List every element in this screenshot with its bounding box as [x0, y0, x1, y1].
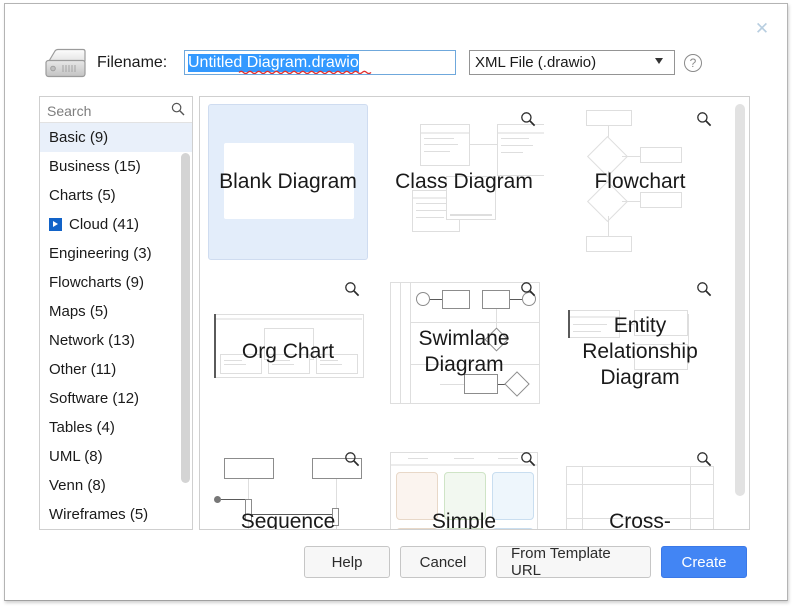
sidebar-item-label: Charts (5) [49, 187, 116, 204]
expand-icon[interactable] [49, 218, 62, 231]
filename-label: Filename: [97, 54, 168, 71]
category-list[interactable]: Basic (9) Business (15) Charts (5) Cloud (4… [40, 123, 192, 529]
template-cell: Entity Relationship Diagram [552, 267, 728, 437]
sidebar-item-basic[interactable]: Basic (9) [40, 123, 192, 152]
sidebar-item-cloud[interactable]: Cloud (41) [40, 210, 192, 239]
template-cell: Sequence [200, 437, 376, 529]
template-tile-org-chart[interactable]: Org Chart [208, 274, 368, 430]
new-diagram-dialog: ✕ Filename: Untitled Diagram.drawio XML … [4, 3, 788, 601]
template-tile-class-diagram[interactable]: Class Diagram [384, 104, 544, 260]
template-tile-simple[interactable]: Simple [384, 444, 544, 529]
from-template-url-button[interactable]: From Template URL [496, 545, 651, 579]
template-cell: Cross- [552, 437, 728, 529]
dialog-header: Filename: XML File (.drawio) ? [5, 37, 789, 92]
cancel-button[interactable]: Cancel [400, 546, 486, 578]
template-thumbnail [560, 104, 720, 260]
template-cell: Swimlane Diagram [376, 267, 552, 437]
filename-input[interactable] [184, 50, 456, 75]
category-sidebar: Basic (9) Business (15) Charts (5) Cloud (4… [39, 96, 193, 530]
zoom-preview-icon[interactable] [520, 451, 536, 467]
sidebar-item-label: Tables (4) [49, 419, 115, 436]
zoom-preview-icon[interactable] [520, 281, 536, 297]
help-icon[interactable]: ? [684, 54, 702, 72]
template-thumbnail [384, 104, 544, 260]
sidebar-item-label: Maps (5) [49, 303, 109, 320]
sidebar-item-label: Other (11) [49, 361, 117, 378]
sidebar-item-charts[interactable]: Charts (5) [40, 181, 192, 210]
sidebar-item-tables[interactable]: Tables (4) [40, 413, 192, 442]
template-grid: Blank Diagram Class Diagram Flowchart Or… [200, 97, 730, 529]
template-thumbnail [384, 274, 544, 430]
template-thumbnail [209, 105, 369, 261]
template-tile-cross-functional[interactable]: Cross- [560, 444, 720, 529]
blank-card [224, 143, 354, 219]
template-tile-sequence[interactable]: Sequence [208, 444, 368, 529]
zoom-preview-icon[interactable] [696, 111, 712, 127]
template-thumbnail [208, 274, 368, 430]
sidebar-item-label: Software (12) [49, 390, 140, 407]
sidebar-item-label: Business (15) [49, 158, 141, 175]
zoom-preview-icon[interactable] [344, 451, 360, 467]
zoom-preview-icon[interactable] [696, 281, 712, 297]
zoom-preview-icon[interactable] [520, 111, 536, 127]
sidebar-item-business[interactable]: Business (15) [40, 152, 192, 181]
sidebar-item-label: Wireframes (5) [49, 506, 149, 523]
sidebar-item-venn[interactable]: Venn (8) [40, 471, 192, 500]
create-button[interactable]: Create [661, 546, 747, 578]
search-row [40, 97, 192, 123]
dialog-footer: Help Cancel From Template URL Create [5, 542, 789, 586]
sidebar-item-engineering[interactable]: Engineering (3) [40, 239, 192, 268]
template-cell: Class Diagram [376, 97, 552, 267]
hard-drive-icon [45, 48, 86, 78]
sidebar-scrollbar-thumb[interactable] [181, 153, 190, 483]
zoom-preview-icon[interactable] [696, 451, 712, 467]
sidebar-item-network[interactable]: Network (13) [40, 326, 192, 355]
zoom-preview-icon[interactable] [344, 281, 360, 297]
sidebar-item-maps[interactable]: Maps (5) [40, 297, 192, 326]
help-button[interactable]: Help [304, 546, 390, 578]
template-cell: Blank Diagram [200, 97, 376, 267]
file-type-select[interactable]: XML File (.drawio) [469, 50, 675, 75]
template-panel-scrollbar-thumb[interactable] [735, 104, 745, 496]
sidebar-item-label: Basic (9) [49, 129, 109, 146]
sidebar-item-label: Venn (8) [49, 477, 106, 494]
sidebar-item-label: UML (8) [49, 448, 103, 465]
sidebar-item-label: Cloud (41) [69, 216, 140, 233]
template-tile-flowchart[interactable]: Flowchart [560, 104, 720, 260]
template-cell: Org Chart [200, 267, 376, 437]
template-panel: Blank Diagram Class Diagram Flowchart Or… [199, 96, 750, 530]
template-cell: Simple [376, 437, 552, 529]
search-input[interactable] [45, 99, 167, 122]
template-cell: Flowchart [552, 97, 728, 267]
sidebar-item-software[interactable]: Software (12) [40, 384, 192, 413]
template-thumbnail [560, 274, 720, 430]
sidebar-item-label: Network (13) [49, 332, 135, 349]
template-tile-entity-relationship-diagram[interactable]: Entity Relationship Diagram [560, 274, 720, 430]
template-tile-swimlane-diagram[interactable]: Swimlane Diagram [384, 274, 544, 430]
sidebar-item-flowcharts[interactable]: Flowcharts (9) [40, 268, 192, 297]
search-icon[interactable] [171, 102, 185, 116]
sidebar-item-wireframes[interactable]: Wireframes (5) [40, 500, 192, 529]
sidebar-item-other[interactable]: Other (11) [40, 355, 192, 384]
sidebar-item-label: Engineering (3) [49, 245, 152, 262]
sidebar-item-label: Flowcharts (9) [49, 274, 145, 291]
close-icon[interactable]: ✕ [751, 17, 773, 39]
template-tile-blank-diagram[interactable]: Blank Diagram [208, 104, 368, 260]
sidebar-item-uml[interactable]: UML (8) [40, 442, 192, 471]
